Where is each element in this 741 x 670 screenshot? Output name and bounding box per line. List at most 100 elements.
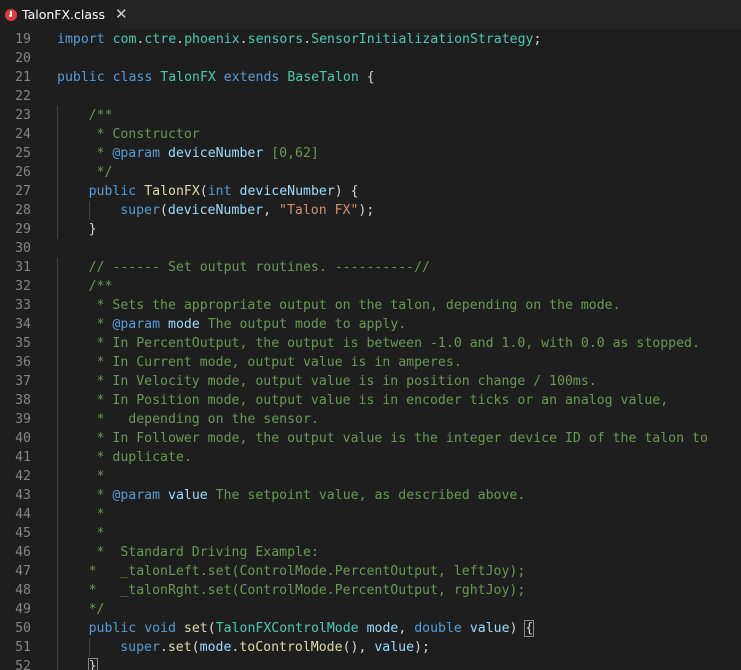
code-token: [0,62] xyxy=(263,146,319,161)
code-line[interactable]: 35 * In PercentOutput, the output is bet… xyxy=(0,334,741,353)
code-line[interactable]: 27 public TalonFX(int deviceNumber) { xyxy=(0,182,741,201)
line-number: 31 xyxy=(15,260,31,275)
code-token: deviceNumber xyxy=(167,203,264,218)
code-token: * In Position mode, output value is in e… xyxy=(88,393,669,408)
line-number: 21 xyxy=(15,70,31,85)
code-token: * Sets the appropriate output on the tal… xyxy=(88,298,621,313)
code-line[interactable]: 32 /** xyxy=(0,277,741,296)
code-line[interactable]: 22 xyxy=(0,87,741,106)
code-line[interactable]: 36 * In Current mode, output value is in… xyxy=(0,353,741,372)
code-text: */ xyxy=(89,600,105,619)
code-line[interactable]: 46 * Standard Driving Example: xyxy=(0,543,741,562)
code-line[interactable]: 51 super.set(mode.toControlMode(), value)… xyxy=(0,638,741,657)
code-token: * xyxy=(88,507,105,522)
code-token: mode xyxy=(366,621,399,636)
code-line[interactable]: 30 xyxy=(0,239,741,258)
code-line[interactable]: 50 public void set(TalonFXControlMode mod… xyxy=(0,619,741,638)
code-line[interactable]: 38 * In Position mode, output value is i… xyxy=(0,391,741,410)
close-icon[interactable]: ✕ xyxy=(115,7,128,22)
code-token: super xyxy=(120,203,160,218)
line-number: 28 xyxy=(15,203,31,218)
indent-guide xyxy=(57,296,58,315)
line-number: 33 xyxy=(15,298,31,313)
code-line[interactable]: 39 * depending on the sensor. xyxy=(0,410,741,429)
code-line[interactable]: 29} xyxy=(0,220,741,239)
indent-guide xyxy=(57,657,58,670)
code-line[interactable]: 48 * _talonRght.set(ControlMode.PercentOu… xyxy=(0,581,741,600)
code-line[interactable]: 37 * In Velocity mode, output value is i… xyxy=(0,372,741,391)
code-line[interactable]: 23 /** xyxy=(0,106,741,125)
code-editor[interactable]: 19 import com.ctre.phoenix.sensors.Sensor… xyxy=(0,30,741,670)
code-line[interactable]: 33 * Sets the appropriate output on the … xyxy=(0,296,741,315)
code-token: . xyxy=(176,32,185,47)
indent-guide xyxy=(57,144,58,163)
code-token: mode xyxy=(168,317,200,332)
code-token: value xyxy=(374,640,415,655)
code-token: . xyxy=(303,32,312,47)
indent-guide xyxy=(57,467,58,486)
line-number: 37 xyxy=(15,374,31,389)
code-line[interactable]: 47 * _talonLeft.set(ControlMode.PercentOu… xyxy=(0,562,741,581)
code-token: , xyxy=(398,621,415,636)
code-token: */ xyxy=(88,602,105,617)
line-number: 34 xyxy=(15,317,31,332)
code-line[interactable]: 19 import com.ctre.phoenix.sensors.Sensor… xyxy=(0,30,741,49)
code-line[interactable]: 20 xyxy=(0,49,741,68)
code-token: } xyxy=(88,222,97,237)
code-text: // ------ Set output routines. ---------… xyxy=(89,258,430,277)
code-text: * In Velocity mode, output value is in p… xyxy=(89,372,597,391)
code-token: // ------ Set output routines. ---------… xyxy=(88,260,430,275)
code-line[interactable]: 25 * @param deviceNumber [0,62] xyxy=(0,144,741,163)
code-text: * @param deviceNumber [0,62] xyxy=(89,144,319,163)
code-line[interactable]: 40 * In Follower mode, the output value … xyxy=(0,429,741,448)
code-token: The setpoint value, as described above. xyxy=(207,488,526,503)
code-line[interactable]: 28 super(deviceNumber, "Talon FX"); xyxy=(0,201,741,220)
code-line[interactable]: 26 */ xyxy=(0,163,741,182)
tab-talonfx-class[interactable]: TalonFX.class ✕ xyxy=(0,0,128,29)
code-line[interactable]: 49 */ xyxy=(0,600,741,619)
code-text: } xyxy=(89,220,97,239)
code-token: * Constructor xyxy=(88,127,200,142)
indent-guide xyxy=(88,638,90,657)
code-token: * depending on the sensor. xyxy=(88,412,319,427)
line-number: 32 xyxy=(15,279,31,294)
code-token: ; xyxy=(533,32,542,47)
code-text: */ xyxy=(89,163,113,182)
code-line[interactable]: 21 public class TalonFX extends BaseTalon… xyxy=(0,68,741,87)
line-number: 48 xyxy=(15,583,31,598)
code-line[interactable]: 52} xyxy=(0,657,741,670)
line-number: 43 xyxy=(15,488,31,503)
indent-guide xyxy=(57,505,58,524)
indent-guide xyxy=(57,163,58,182)
code-token: set xyxy=(183,621,208,636)
code-line[interactable]: 42 * xyxy=(0,467,741,486)
code-token: The output mode to apply. xyxy=(199,317,407,332)
code-token: SensorInitializationStrategy xyxy=(311,32,534,47)
code-line[interactable]: 34 * @param mode The output mode to appl… xyxy=(0,315,741,334)
code-token: ( xyxy=(199,184,208,199)
code-line[interactable]: 24 * Constructor xyxy=(0,125,741,144)
indent-guide xyxy=(57,638,58,657)
code-line[interactable]: 41 * duplicate. xyxy=(0,448,741,467)
code-token: value xyxy=(168,488,208,503)
indent-guide xyxy=(57,600,58,619)
line-number: 50 xyxy=(15,621,31,636)
code-token: ) xyxy=(509,621,526,636)
code-token: * _talonLeft.set(ControlMode.PercentOutp… xyxy=(88,564,526,579)
code-text: * In PercentOutput, the output is betwee… xyxy=(89,334,700,353)
code-line[interactable]: 44 * xyxy=(0,505,741,524)
code-line[interactable]: 43 * @param value The setpoint value, as… xyxy=(0,486,741,505)
code-text: public TalonFX(int deviceNumber) { xyxy=(89,182,359,201)
code-token: . xyxy=(159,640,168,655)
code-token: { xyxy=(524,620,535,637)
code-token: * Standard Driving Example: xyxy=(88,545,319,560)
code-text: * _talonRght.set(ControlMode.PercentOutp… xyxy=(89,581,526,600)
indent-guide xyxy=(57,182,58,201)
line-number: 19 xyxy=(15,32,31,47)
code-token: * In Velocity mode, output value is in p… xyxy=(88,374,597,389)
code-line[interactable]: 45 * xyxy=(0,524,741,543)
code-line[interactable]: 31 // ------ Set output routines. -------… xyxy=(0,258,741,277)
